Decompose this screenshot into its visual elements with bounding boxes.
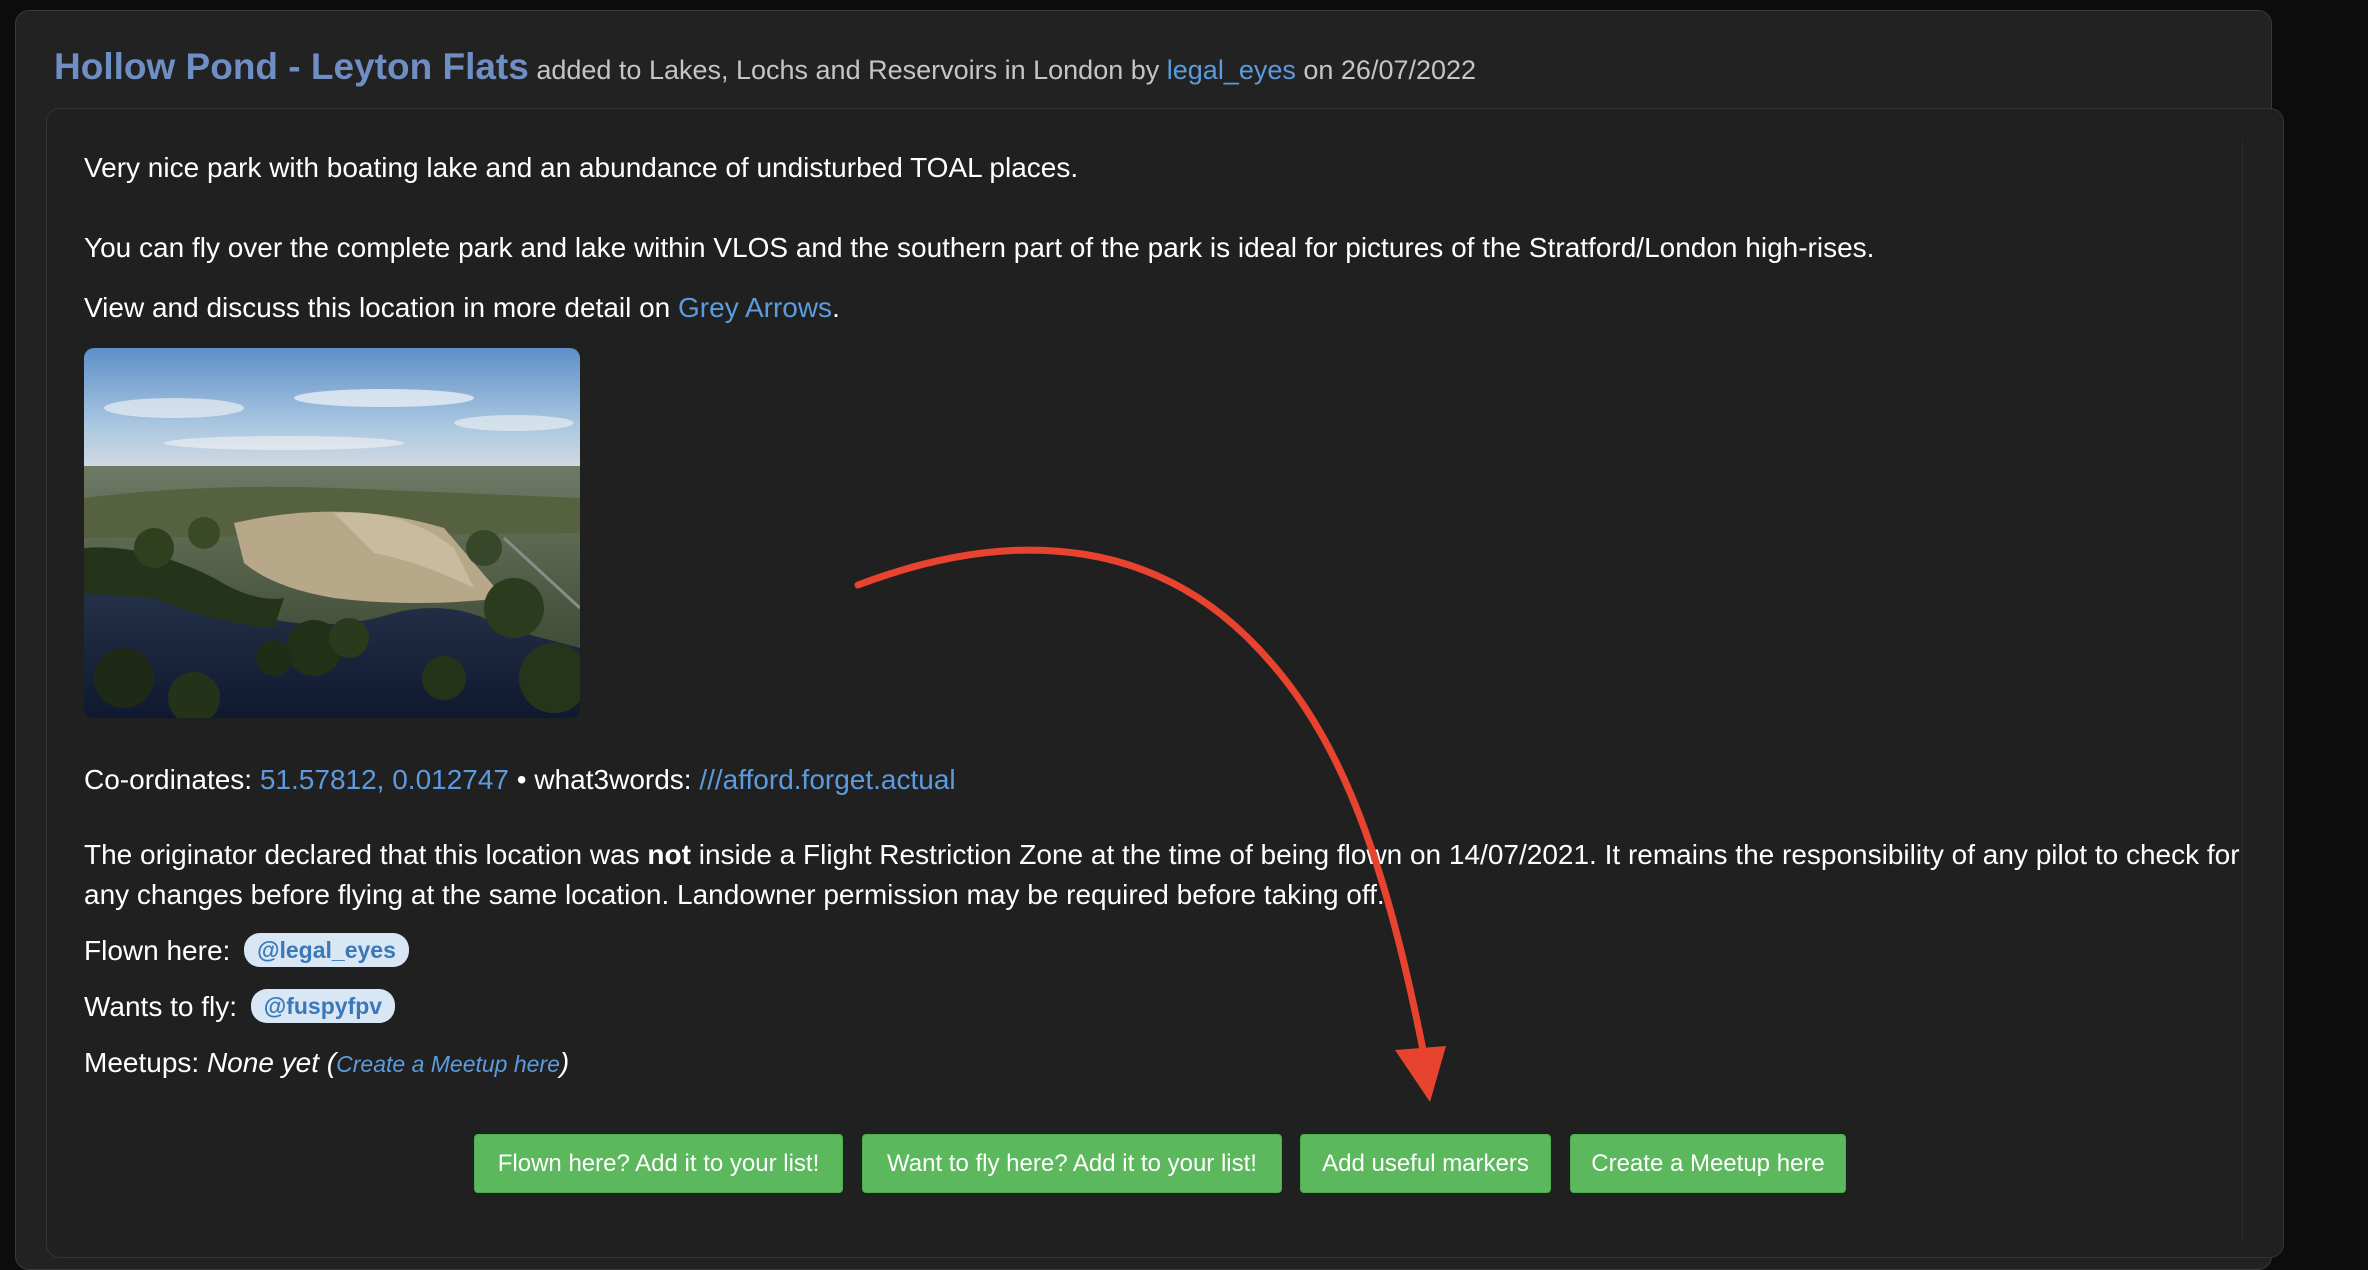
- by-text: by: [1123, 55, 1167, 85]
- flown-here-row: Flown here: @legal_eyes: [84, 931, 409, 971]
- flown-here-button[interactable]: Flown here? Add it to your list!: [474, 1134, 843, 1193]
- discuss-line: View and discuss this location in more d…: [84, 288, 840, 328]
- category-text: Lakes, Lochs and Reservoirs in London: [648, 55, 1124, 85]
- discuss-suffix: .: [832, 292, 840, 323]
- added-prefix: added to: [528, 55, 649, 85]
- coordinates-label: Co-ordinates:: [84, 764, 260, 795]
- meetups-row: Meetups: None yet (Create a Meetup here): [84, 1043, 569, 1084]
- location-title[interactable]: Hollow Pond - Leyton Flats: [54, 46, 529, 87]
- want-to-fly-button[interactable]: Want to fly here? Add it to your list!: [862, 1134, 1282, 1193]
- panel-divider: [2242, 140, 2243, 1240]
- added-date: 26/07/2022: [1340, 55, 1477, 85]
- meetups-close-paren: ): [559, 1047, 570, 1078]
- meetups-open-paren: (: [319, 1047, 337, 1078]
- coordinates-link[interactable]: 51.57812, 0.012747: [260, 764, 509, 795]
- restriction-part-1: The originator declared that this locati…: [84, 839, 648, 870]
- location-header: Hollow Pond - Leyton Flats added to Lake…: [54, 46, 1476, 88]
- coordinates-line: Co-ordinates: 51.57812, 0.012747 • what3…: [84, 760, 956, 800]
- wants-to-fly-user-badge[interactable]: @fuspyfpv: [250, 989, 396, 1023]
- discuss-prefix: View and discuss this location in more d…: [84, 292, 679, 323]
- description-line-2: You can fly over the complete park and l…: [84, 232, 1875, 263]
- wants-to-fly-label: Wants to fly:: [84, 991, 238, 1022]
- wants-to-fly-row: Wants to fly: @fuspyfpv: [84, 987, 396, 1027]
- restriction-not: not: [647, 839, 691, 870]
- author-link[interactable]: legal_eyes: [1167, 55, 1296, 85]
- create-meetup-link[interactable]: Create a Meetup here: [336, 1051, 560, 1077]
- flown-here-label: Flown here:: [84, 935, 231, 966]
- meetups-value: None yet: [206, 1047, 320, 1078]
- grey-arrows-link[interactable]: Grey Arrows: [678, 292, 832, 323]
- restriction-notice: The originator declared that this locati…: [84, 835, 2264, 915]
- aerial-photo-image: [84, 348, 580, 718]
- flown-here-user-badge[interactable]: @legal_eyes: [244, 933, 409, 967]
- add-useful-markers-button[interactable]: Add useful markers: [1300, 1134, 1551, 1193]
- what3words-label: • what3words:: [509, 764, 700, 795]
- on-text: on: [1295, 55, 1341, 85]
- create-meetup-button[interactable]: Create a Meetup here: [1570, 1134, 1846, 1193]
- meetups-label: Meetups:: [84, 1047, 207, 1078]
- location-photo[interactable]: [84, 348, 580, 718]
- description-line-1: Very nice park with boating lake and an …: [84, 152, 1079, 183]
- what3words-link[interactable]: ///afford.forget.actual: [699, 764, 955, 795]
